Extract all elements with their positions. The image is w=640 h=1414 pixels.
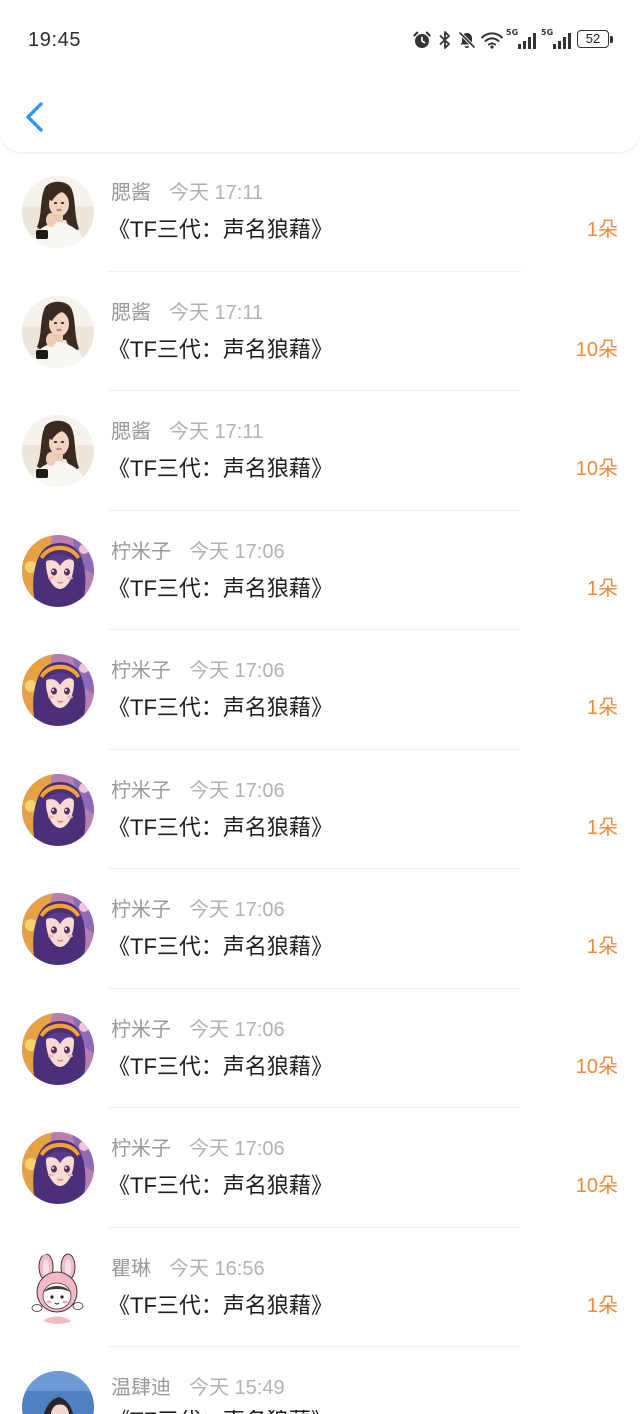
- divider: [108, 748, 522, 750]
- sent-time: 今天 17:06: [189, 660, 285, 682]
- flower-count: 10朵: [575, 1055, 618, 1078]
- item-meta: 腮酱 今天 17:11: [111, 299, 263, 327]
- avatar[interactable]: [22, 774, 94, 846]
- sender-name: 柠米子: [111, 1018, 171, 1041]
- list-item[interactable]: 柠米子 今天 17:06 《TF三代：声名狼藉》 10朵: [0, 990, 640, 1110]
- avatar[interactable]: [22, 1013, 94, 1085]
- sent-time: 今天 17:06: [189, 899, 285, 921]
- divider: [108, 868, 522, 869]
- flower-count: 10朵: [575, 1175, 618, 1197]
- list-item[interactable]: 柠米子 今天 17:06 《TF三代：声名狼藉》 10朵: [0, 1110, 640, 1230]
- sender-name: 柠米子: [111, 899, 171, 921]
- list-item[interactable]: 柠米子 今天 17:06 《TF三代：声名狼藉》 1朵: [0, 751, 640, 871]
- sender-name: 柠米子: [111, 660, 171, 682]
- flower-count: 10朵: [575, 458, 618, 480]
- flower-count: 1朵: [586, 816, 618, 839]
- battery-nub: [610, 36, 613, 43]
- divider: [108, 1346, 522, 1347]
- avatar[interactable]: [22, 1371, 94, 1414]
- sent-time: 今天 17:06: [189, 1138, 285, 1160]
- sent-time: 今天 17:11: [169, 421, 264, 443]
- avatar[interactable]: [22, 893, 94, 965]
- list-item[interactable]: 柠米子 今天 17:06 《TF三代：声名狼藉》 1朵: [0, 512, 640, 632]
- sender-name: 柠米子: [111, 779, 171, 802]
- flower-count: 1朵: [586, 936, 618, 958]
- work-title: 《TF三代：声名狼藉》: [108, 1053, 333, 1079]
- item-meta: 柠米子 今天 17:06: [111, 1135, 285, 1163]
- signal-bars-icon: [553, 33, 571, 49]
- sender-name: 腮酱: [111, 421, 151, 443]
- work-title: 《TF三代：声名狼藉》: [108, 1410, 333, 1414]
- status-time: 19:45: [28, 29, 82, 51]
- item-meta: 柠米子 今天 17:06: [111, 896, 285, 924]
- sender-name: 柠米子: [111, 1138, 171, 1160]
- sent-time: 今天 17:06: [189, 540, 285, 563]
- sent-time: 今天 17:11: [169, 301, 264, 324]
- top-bar: 19:45 5G 5G 52: [0, 0, 640, 152]
- item-meta: 柠米子 今天 17:06: [111, 657, 285, 685]
- avatar[interactable]: [22, 1132, 94, 1204]
- work-title: 《TF三代：声名狼藉》: [108, 934, 333, 959]
- chevron-left-icon[interactable]: [24, 100, 46, 134]
- sender-name: 温肆迪: [111, 1377, 171, 1399]
- divider: [108, 509, 522, 511]
- list-item[interactable]: 腮酱 今天 17:11 《TF三代：声名狼藉》 1朵: [0, 154, 640, 274]
- divider: [108, 270, 522, 272]
- gift-record-list[interactable]: 腮酱 今天 17:11 《TF三代：声名狼藉》 1朵 腮酱 今天 17:11 《…: [0, 154, 640, 1414]
- list-item[interactable]: 温肆迪 今天 15:49 《TF三代：声名狼藉》: [0, 1349, 640, 1414]
- item-meta: 腮酱 今天 17:11: [111, 418, 263, 446]
- sender-name: 柠米子: [111, 540, 171, 563]
- item-meta: 柠米子 今天 17:06: [111, 777, 285, 805]
- work-title: 《TF三代：声名狼藉》: [108, 336, 333, 362]
- work-title: 《TF三代：声名狼藉》: [108, 217, 333, 242]
- divider: [108, 629, 522, 630]
- item-meta: 瞿琳 今天 16:56: [111, 1255, 265, 1283]
- divider: [108, 390, 522, 391]
- sender-name: 瞿琳: [111, 1257, 151, 1280]
- item-meta: 温肆迪 今天 15:49: [111, 1374, 285, 1402]
- bluetooth-icon: [439, 31, 450, 49]
- item-meta: 腮酱 今天 17:11: [111, 179, 263, 207]
- avatar[interactable]: [22, 654, 94, 726]
- sent-time: 今天 15:49: [189, 1377, 285, 1399]
- sent-time: 今天 17:11: [169, 182, 264, 204]
- list-item[interactable]: 腮酱 今天 17:11 《TF三代：声名狼藉》 10朵: [0, 273, 640, 393]
- list-item[interactable]: 瞿琳 今天 16:56 《TF三代：声名狼藉》 1朵: [0, 1229, 640, 1349]
- divider: [108, 1226, 522, 1228]
- work-title: 《TF三代：声名狼藉》: [108, 1173, 333, 1198]
- avatar[interactable]: [22, 535, 94, 607]
- list-item[interactable]: 腮酱 今天 17:11 《TF三代：声名狼藉》 10朵: [0, 393, 640, 513]
- item-meta: 柠米子 今天 17:06: [111, 538, 285, 566]
- avatar[interactable]: [22, 176, 94, 248]
- battery-level: 52: [585, 31, 601, 46]
- sent-time: 今天 16:56: [169, 1257, 265, 1280]
- work-title: 《TF三代：声名狼藉》: [108, 456, 333, 481]
- flower-count: 1朵: [586, 219, 618, 241]
- wifi-icon: [481, 32, 503, 49]
- avatar[interactable]: [22, 296, 94, 368]
- flower-count: 10朵: [575, 338, 618, 361]
- avatar[interactable]: [22, 1252, 94, 1324]
- list-item[interactable]: 柠米子 今天 17:06 《TF三代：声名狼藉》 1朵: [0, 871, 640, 991]
- sent-time: 今天 17:06: [189, 1018, 285, 1041]
- list-item[interactable]: 柠米子 今天 17:06 《TF三代：声名狼藉》 1朵: [0, 632, 640, 752]
- flower-count: 1朵: [586, 697, 618, 719]
- signal-bars-icon: [518, 33, 536, 49]
- battery-icon: 52: [577, 30, 609, 48]
- avatar[interactable]: [22, 415, 94, 487]
- item-meta: 柠米子 今天 17:06: [111, 1016, 285, 1044]
- sender-name: 腮酱: [111, 182, 151, 204]
- divider: [108, 1107, 522, 1108]
- divider: [108, 987, 522, 989]
- work-title: 《TF三代：声名狼藉》: [108, 1292, 333, 1318]
- flower-count: 1朵: [586, 1294, 618, 1317]
- work-title: 《TF三代：声名狼藉》: [108, 575, 333, 601]
- work-title: 《TF三代：声名狼藉》: [108, 814, 333, 840]
- flower-count: 1朵: [586, 577, 618, 600]
- work-title: 《TF三代：声名狼藉》: [108, 695, 333, 720]
- sent-time: 今天 17:06: [189, 779, 285, 802]
- alarm-icon: [413, 31, 431, 48]
- bell-off-icon: [458, 31, 476, 49]
- sender-name: 腮酱: [111, 301, 151, 324]
